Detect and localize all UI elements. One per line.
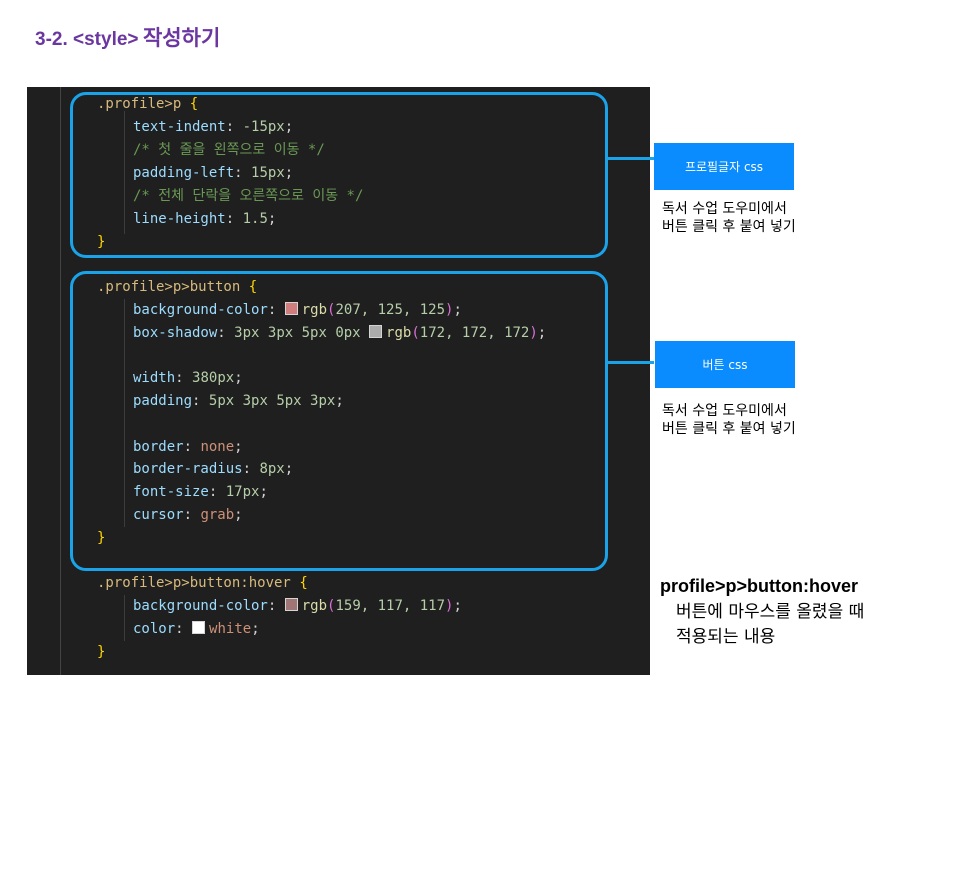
button-css-button[interactable]: 버튼 css <box>655 341 795 388</box>
semicolon: ; <box>251 621 260 637</box>
css-property: background-color <box>133 598 268 614</box>
colon: : <box>267 598 277 614</box>
color-swatch[interactable] <box>284 598 298 611</box>
css-property: color <box>133 621 176 637</box>
title-suffix: 작성하기 <box>142 26 221 50</box>
note-line: 독서 수업 도우미에서 <box>662 201 787 217</box>
open-brace: { <box>299 575 308 591</box>
css-function: rgb <box>301 598 328 614</box>
title-prefix: 3-2. <style> <box>35 29 139 50</box>
hover-desc-line: 버튼에 마우스를 올렸을 때 <box>676 602 865 622</box>
colon: : <box>175 621 184 637</box>
code-line: background-color: rgb(159, 117, 117); <box>133 595 462 618</box>
hover-desc-line: 적용되는 내용 <box>676 627 776 647</box>
indent-guide <box>124 595 125 641</box>
gutter-line <box>60 87 61 675</box>
code-line: color: white; <box>133 618 260 641</box>
hover-title: profile>p>button:hover <box>660 576 858 596</box>
note-line: 버튼 클릭 후 붙여 넣기 <box>662 421 796 437</box>
color-swatch[interactable] <box>192 621 206 634</box>
button-connector <box>608 361 654 364</box>
profile-note: 독서 수업 도우미에서 버튼 클릭 후 붙여 넣기 <box>662 200 796 236</box>
css-value: white <box>209 621 252 637</box>
note-line: 버튼 클릭 후 붙여 넣기 <box>662 219 796 235</box>
note-line: 독서 수업 도우미에서 <box>662 403 787 419</box>
profile-css-highlight <box>70 92 608 258</box>
profile-connector <box>608 157 654 160</box>
hover-description: 버튼에 마우스를 올렸을 때 적용되는 내용 <box>676 600 864 650</box>
css-selector: .profile>p>button:hover <box>97 575 291 591</box>
button-css-highlight <box>70 271 608 571</box>
code-line: .profile>p>button:hover { <box>97 572 308 595</box>
slide-title: 3-2. <style> 작성하기 <box>35 22 220 52</box>
button-note: 독서 수업 도우미에서 버튼 클릭 후 붙여 넣기 <box>662 402 796 438</box>
semicolon: ; <box>453 598 462 614</box>
close-brace: } <box>97 644 106 660</box>
profile-css-button[interactable]: 프로필글자 css <box>654 143 794 190</box>
css-value: 159, 117, 117 <box>335 598 446 614</box>
